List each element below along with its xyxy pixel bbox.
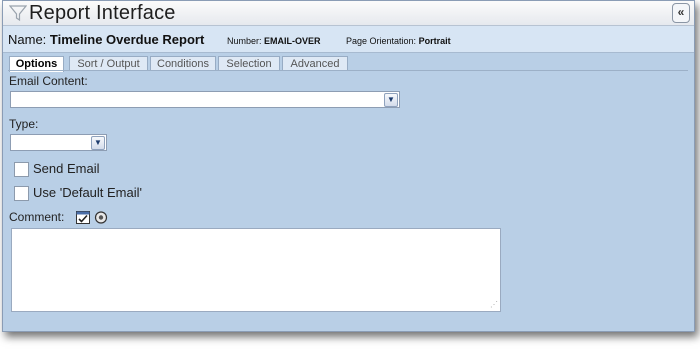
resize-grip-icon[interactable]: ⋰ <box>490 301 498 309</box>
use-default-email-checkbox[interactable] <box>14 186 29 201</box>
type-label: Type: <box>9 117 39 131</box>
use-default-email-label: Use 'Default Email' <box>33 185 143 200</box>
help-globe-icon[interactable] <box>94 211 108 224</box>
comment-label: Comment: <box>9 210 65 224</box>
filter-icon <box>9 5 27 22</box>
tab-selection[interactable]: Selection <box>218 56 280 71</box>
collapse-button[interactable]: « <box>672 3 690 23</box>
report-info-bar: Name: Timeline Overdue Report Number: EM… <box>3 26 694 53</box>
report-name: Timeline Overdue Report <box>49 32 205 47</box>
type-select[interactable]: ▼ <box>10 134 107 151</box>
edit-calendar-icon[interactable] <box>76 211 90 224</box>
email-content-select[interactable]: ▼ <box>10 91 400 108</box>
name-label: Name: <box>8 32 47 47</box>
number-label: Number: <box>227 36 262 46</box>
email-content-label: Email Content: <box>9 74 88 88</box>
tab-sort-output[interactable]: Sort / Output <box>69 56 148 71</box>
comment-textarea[interactable]: ⋰ <box>11 228 501 312</box>
window-title: Report Interface <box>29 2 176 24</box>
chevron-down-icon: ▼ <box>91 136 105 150</box>
report-number: EMAIL-OVER <box>264 36 321 46</box>
title-bar: Report Interface « <box>3 1 694 26</box>
report-interface-window: Report Interface « Name: Timeline Overdu… <box>2 0 695 332</box>
send-email-label: Send Email <box>33 161 100 176</box>
tab-divider <box>8 70 688 71</box>
page-orientation: Portrait <box>418 36 451 46</box>
chevron-down-icon: ▼ <box>384 93 398 107</box>
orientation-label: Page Orientation: <box>346 36 417 46</box>
tab-advanced[interactable]: Advanced <box>282 56 348 71</box>
tab-conditions[interactable]: Conditions <box>150 56 216 71</box>
send-email-checkbox[interactable] <box>14 162 29 177</box>
